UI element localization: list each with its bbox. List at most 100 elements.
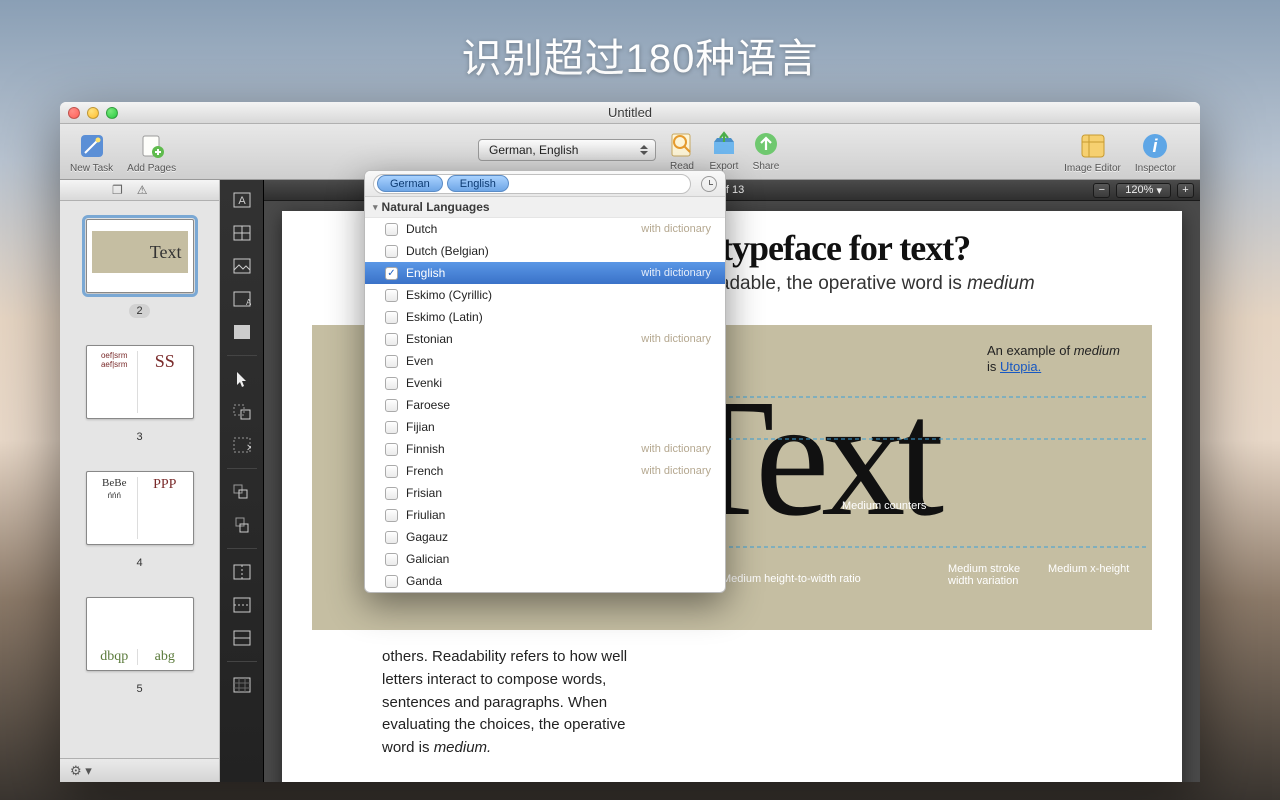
order-tool[interactable] (228, 480, 255, 504)
add-pages-label: Add Pages (127, 163, 176, 174)
new-task-button[interactable]: New Task (70, 130, 113, 174)
language-label: Ganda (406, 574, 442, 588)
language-option[interactable]: Eskimo (Cyrillic) (365, 284, 725, 306)
read-icon (666, 128, 698, 160)
thumbnail-page-3[interactable]: oef|srmaef|srmSS3 (84, 345, 195, 445)
checkbox-icon[interactable] (385, 553, 398, 566)
thumbnail-sidebar: ❐ ⚠ Text2 oef|srmaef|srmSS3 BeBeńńńPPP4 dbq… (60, 180, 220, 782)
merge-tool[interactable] (228, 626, 255, 650)
delete-tool[interactable] (228, 513, 255, 537)
export-button[interactable]: Export (708, 128, 740, 172)
checkbox-icon[interactable] (385, 487, 398, 500)
warnings-tab-icon[interactable]: ⚠ (137, 183, 148, 197)
language-group-header[interactable]: Natural Languages (365, 197, 725, 218)
checkbox-icon[interactable] (385, 377, 398, 390)
add-pages-button[interactable]: Add Pages (127, 130, 176, 174)
checkbox-icon[interactable] (385, 465, 398, 478)
language-option[interactable]: Finnishwith dictionary (365, 438, 725, 460)
sidebar-footer: ⚙ ▾ (60, 758, 219, 782)
document-languages-dropdown[interactable]: German, English (478, 139, 656, 161)
gear-icon[interactable]: ⚙ ▾ (70, 763, 92, 779)
checkbox-icon[interactable] (385, 399, 398, 412)
share-button[interactable]: Share (750, 128, 782, 172)
language-option[interactable]: Dutchwith dictionary (365, 218, 725, 240)
checkbox-icon[interactable] (385, 509, 398, 522)
language-option[interactable]: Fijian (365, 416, 725, 438)
checkbox-icon[interactable] (385, 311, 398, 324)
checkbox-icon[interactable] (385, 223, 398, 236)
toolbar-right: Image Editor i Inspector (1064, 130, 1190, 174)
language-option[interactable]: Friulian (365, 504, 725, 526)
language-label: Galician (406, 552, 449, 566)
utopia-link[interactable]: Utopia. (1000, 359, 1041, 374)
language-list[interactable]: Dutchwith dictionary Dutch (Belgian) ✓ Engl… (365, 218, 725, 592)
language-option[interactable]: French with dictionary (365, 460, 725, 482)
selection-tool[interactable] (228, 367, 255, 391)
background-area-tool[interactable]: A (228, 287, 255, 311)
svg-text:A: A (246, 298, 251, 307)
language-selector-value: German, English (489, 143, 578, 157)
language-label: French (406, 464, 443, 478)
language-label: Dutch (Belgian) (406, 244, 489, 258)
checkbox-icon[interactable] (385, 355, 398, 368)
language-label: Estonian (406, 332, 453, 346)
table-area-tool[interactable] (228, 221, 255, 245)
titlebar: Untitled (60, 102, 1200, 124)
inspector-label: Inspector (1135, 163, 1176, 174)
recent-icon[interactable] (701, 176, 717, 192)
with-dictionary-badge: with dictionary (641, 267, 711, 279)
image-editor-button[interactable]: Image Editor (1064, 130, 1121, 174)
thumbnail-list[interactable]: Text2 oef|srmaef|srmSS3 BeBeńńńPPP4 dbqpabg… (60, 201, 219, 758)
recognition-area-tool[interactable] (228, 320, 255, 344)
thumbnail-page-5[interactable]: dbqpabg5 (84, 597, 195, 697)
area-tool-strip: A A ✕ (220, 180, 264, 782)
thumbnail-page-4[interactable]: BeBeńńńPPP4 (84, 471, 195, 571)
zoom-in-button[interactable]: + (1177, 183, 1194, 198)
language-option[interactable]: Eskimo (Latin) (365, 306, 725, 328)
language-option[interactable]: Galician (365, 548, 725, 570)
language-option[interactable]: Estonianwith dictionary (365, 328, 725, 350)
language-label: English (406, 266, 445, 280)
hsplit-tool[interactable] (228, 593, 255, 617)
checkbox-icon[interactable] (385, 531, 398, 544)
thumbnail-page-2[interactable]: Text2 (84, 219, 195, 319)
annot-stroke: Medium stroke width variation (948, 563, 1038, 587)
checkbox-icon[interactable] (385, 421, 398, 434)
language-option[interactable]: Frisian (365, 482, 725, 504)
eraser-tool[interactable] (228, 673, 255, 697)
new-task-label: New Task (70, 163, 113, 174)
body-paragraph: others. Readability refers to how well l… (382, 646, 662, 760)
language-option[interactable]: Ganda (365, 570, 725, 592)
with-dictionary-badge: with dictionary (641, 465, 711, 477)
checkbox-icon[interactable] (385, 333, 398, 346)
picture-area-tool[interactable] (228, 254, 255, 278)
zoom-value-dropdown[interactable]: 120% ▾ (1116, 183, 1171, 198)
language-option[interactable]: Faroese (365, 394, 725, 416)
sidebar-tabs: ❐ ⚠ (60, 180, 219, 201)
language-label: Friulian (406, 508, 445, 522)
checkbox-icon[interactable] (385, 575, 398, 588)
zoom-out-button[interactable]: − (1093, 183, 1110, 198)
language-label: Eskimo (Cyrillic) (406, 288, 492, 302)
checkbox-icon[interactable]: ✓ (385, 267, 398, 280)
export-icon (708, 128, 740, 160)
language-pill[interactable]: English (447, 175, 509, 192)
read-button[interactable]: Read (666, 128, 698, 172)
language-pill[interactable]: German (377, 175, 443, 192)
add-part-tool[interactable] (228, 400, 255, 424)
selected-languages-field[interactable]: GermanEnglish (373, 174, 691, 194)
text-area-tool[interactable]: A (228, 188, 255, 212)
language-option[interactable]: ✓ English with dictionary (365, 262, 725, 284)
thumbnails-tab-icon[interactable]: ❐ (112, 183, 123, 197)
info-icon: i (1139, 130, 1171, 162)
cut-part-tool[interactable]: ✕ (228, 433, 255, 457)
checkbox-icon[interactable] (385, 245, 398, 258)
checkbox-icon[interactable] (385, 443, 398, 456)
language-option[interactable]: Even (365, 350, 725, 372)
language-option[interactable]: Evenki (365, 372, 725, 394)
vsplit-tool[interactable] (228, 560, 255, 584)
inspector-button[interactable]: i Inspector (1135, 130, 1176, 174)
language-option[interactable]: Gagauz (365, 526, 725, 548)
checkbox-icon[interactable] (385, 289, 398, 302)
language-option[interactable]: Dutch (Belgian) (365, 240, 725, 262)
